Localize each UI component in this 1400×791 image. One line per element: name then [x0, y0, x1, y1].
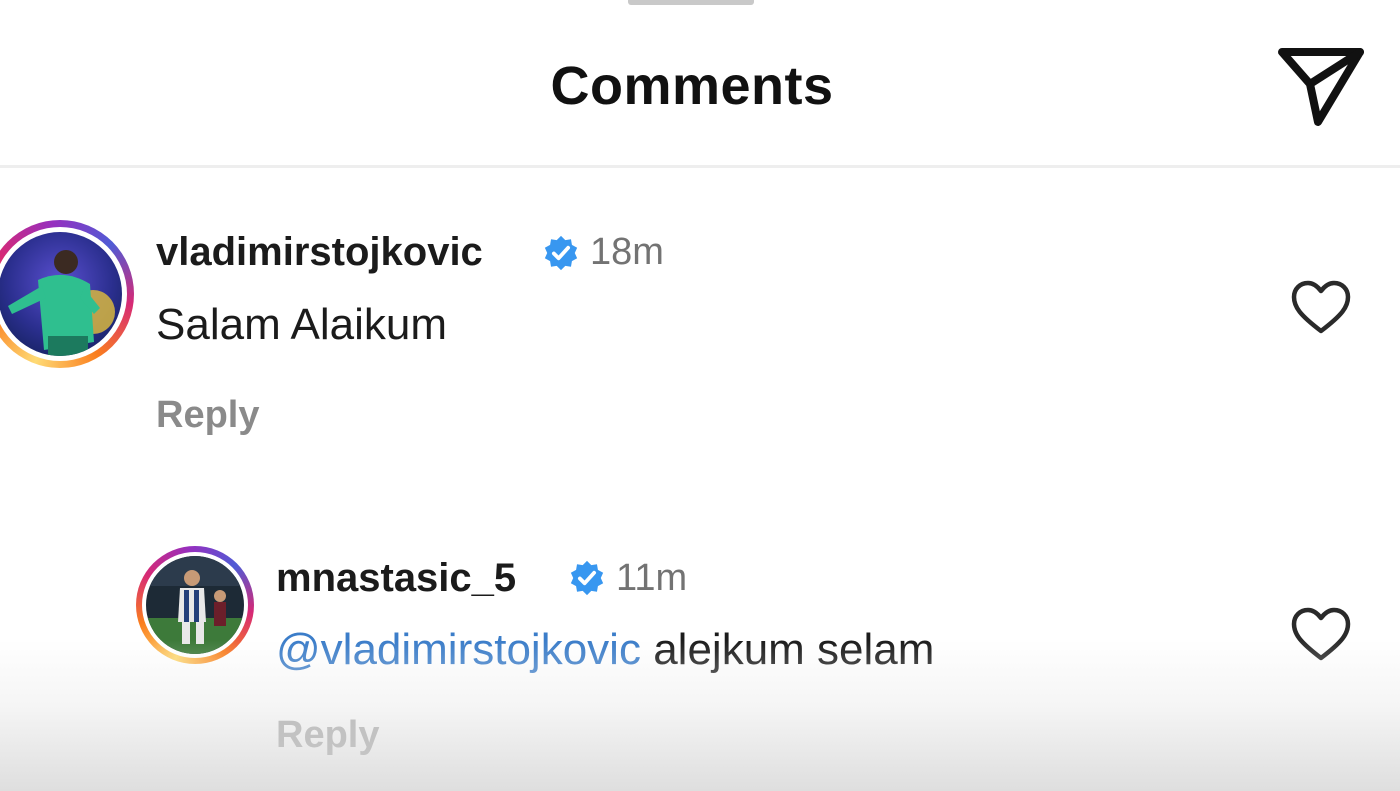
comment-body: alejkum selam: [653, 625, 935, 674]
comments-sheet: Comments vladimirstojkovic 18m Salam Ala…: [0, 0, 1400, 791]
comment-username[interactable]: mnastasic_5: [276, 556, 516, 601]
avatar-photo: [146, 556, 244, 654]
comment-timestamp: 11m: [616, 557, 688, 599]
verified-badge-icon: [570, 560, 604, 596]
page-title: Comments: [550, 56, 834, 116]
avatar[interactable]: [0, 220, 134, 368]
reply-comment-item: mnastasic_5 11m @vladimirstojkovic alejk…: [0, 540, 1400, 791]
comment-text: Salam Alaikum: [156, 300, 447, 350]
mention-link[interactable]: @vladimirstojkovic: [276, 625, 641, 674]
verified-badge-icon: [544, 235, 578, 271]
comment-item: vladimirstojkovic 18m Salam Alaikum Repl…: [0, 168, 1400, 468]
heart-outline-icon[interactable]: [1290, 606, 1352, 662]
avatar[interactable]: [136, 546, 254, 664]
comment-body: Salam Alaikum: [156, 300, 448, 349]
comment-text: @vladimirstojkovic alejkum selam: [276, 625, 934, 675]
comment-timestamp: 18m: [590, 231, 664, 273]
paper-plane-icon[interactable]: [1274, 40, 1370, 130]
heart-outline-icon[interactable]: [1290, 279, 1352, 335]
avatar-photo: [0, 232, 122, 356]
comment-username[interactable]: vladimirstojkovic: [156, 230, 483, 275]
comments-header: Comments: [0, 0, 1400, 166]
reply-button[interactable]: Reply: [276, 714, 379, 757]
reply-button[interactable]: Reply: [156, 394, 259, 437]
